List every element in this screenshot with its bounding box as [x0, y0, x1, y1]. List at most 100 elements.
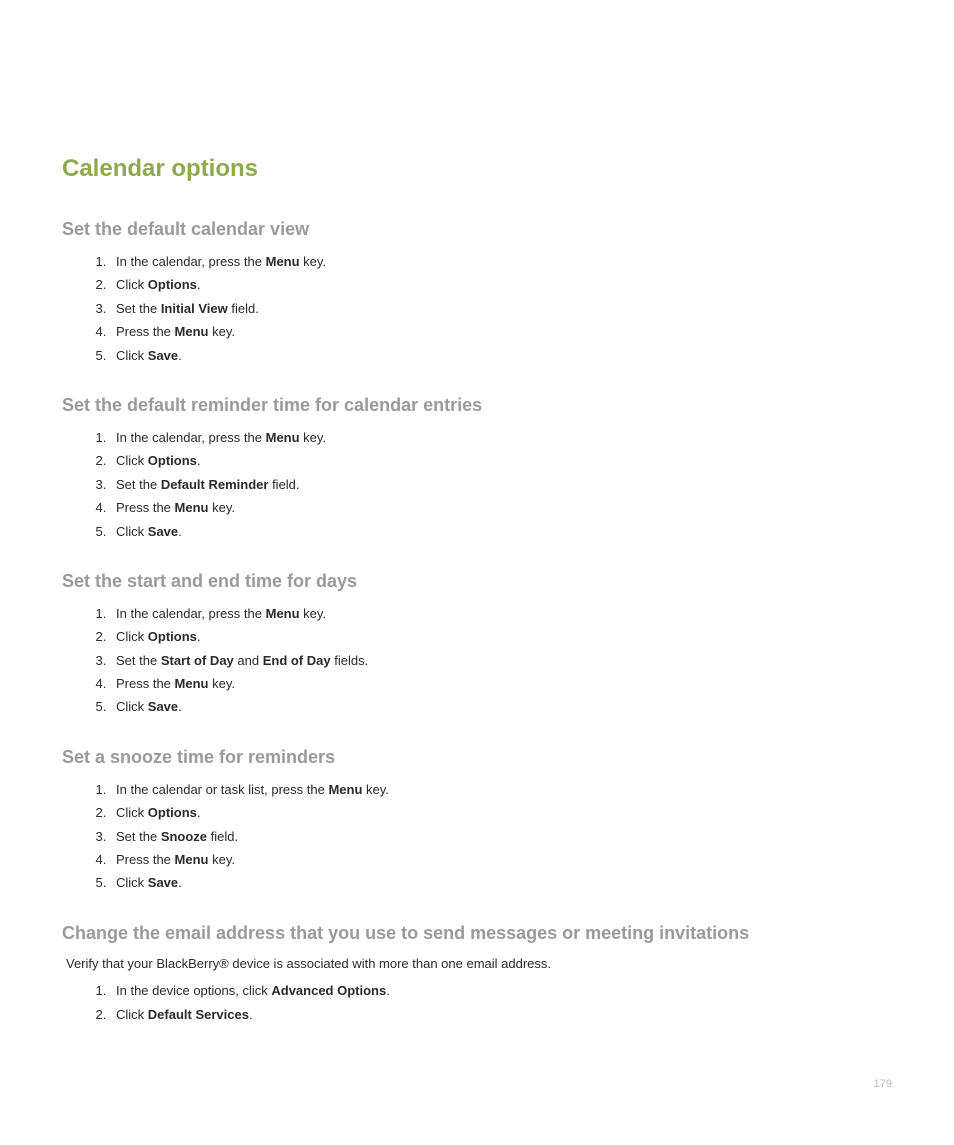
page-number: 179	[874, 1078, 892, 1090]
section: Set the start and end time for days In th…	[62, 571, 892, 719]
section: Change the email address that you use to…	[62, 923, 892, 1026]
steps-list: In the calendar, press the Menu key.Clic…	[110, 602, 892, 719]
step-text: .	[178, 875, 182, 890]
step-bold-text: Menu	[266, 430, 300, 445]
step-item: Click Save.	[110, 520, 892, 543]
step-item: In the device options, click Advanced Op…	[110, 979, 892, 1002]
steps-list: In the device options, click Advanced Op…	[110, 979, 892, 1026]
step-text: .	[197, 277, 201, 292]
section-title: Set the default reminder time for calend…	[62, 395, 892, 416]
step-text: Press the	[116, 852, 175, 867]
step-text: Set the	[116, 653, 161, 668]
step-text: Click	[116, 1007, 148, 1022]
step-text: .	[178, 524, 182, 539]
step-item: In the calendar, press the Menu key.	[110, 426, 892, 449]
section-title: Change the email address that you use to…	[62, 923, 892, 944]
step-text: Click	[116, 524, 148, 539]
step-text: key.	[300, 430, 327, 445]
step-text: Click	[116, 348, 148, 363]
step-text: field.	[228, 301, 259, 316]
step-text: .	[386, 983, 390, 998]
section: Set a snooze time for reminders In the ca…	[62, 747, 892, 895]
section-title: Set a snooze time for reminders	[62, 747, 892, 768]
step-bold-text: Save	[148, 699, 178, 714]
step-text: In the calendar, press the	[116, 430, 266, 445]
step-item: Set the Initial View field.	[110, 297, 892, 320]
step-text: key.	[208, 324, 235, 339]
step-item: Press the Menu key.	[110, 848, 892, 871]
step-text: key.	[300, 606, 327, 621]
step-text: In the calendar, press the	[116, 254, 266, 269]
step-item: Press the Menu key.	[110, 496, 892, 519]
step-item: Click Save.	[110, 695, 892, 718]
step-item: Click Save.	[110, 344, 892, 367]
step-bold-text: Menu	[175, 676, 209, 691]
step-item: In the calendar, press the Menu key.	[110, 250, 892, 273]
step-bold-text: Options	[148, 453, 197, 468]
step-item: Click Options.	[110, 449, 892, 472]
step-text: .	[178, 699, 182, 714]
step-item: Click Options.	[110, 801, 892, 824]
step-bold-text: Initial View	[161, 301, 228, 316]
step-item: Press the Menu key.	[110, 320, 892, 343]
step-bold-text: Save	[148, 348, 178, 363]
step-bold-text: Default Services	[148, 1007, 249, 1022]
step-bold-text: Menu	[266, 254, 300, 269]
step-text: In the device options, click	[116, 983, 271, 998]
step-text: Press the	[116, 324, 175, 339]
steps-list: In the calendar or task list, press the …	[110, 778, 892, 895]
step-text: In the calendar or task list, press the	[116, 782, 328, 797]
step-item: In the calendar, press the Menu key.	[110, 602, 892, 625]
step-text: key.	[208, 676, 235, 691]
step-bold-text: Start of Day	[161, 653, 234, 668]
step-bold-text: Menu	[266, 606, 300, 621]
step-text: and	[234, 653, 263, 668]
step-text: Set the	[116, 301, 161, 316]
step-item: Set the Default Reminder field.	[110, 473, 892, 496]
step-text: .	[249, 1007, 253, 1022]
step-text: Press the	[116, 676, 175, 691]
step-bold-text: Save	[148, 875, 178, 890]
step-item: Click Options.	[110, 625, 892, 648]
step-text: In the calendar, press the	[116, 606, 266, 621]
step-bold-text: Menu	[328, 782, 362, 797]
step-text: field.	[268, 477, 299, 492]
step-text: fields.	[331, 653, 369, 668]
sections-container: Set the default calendar viewIn the cale…	[62, 219, 892, 1026]
step-text: field.	[207, 829, 238, 844]
step-text: Click	[116, 805, 148, 820]
step-bold-text: Default Reminder	[161, 477, 269, 492]
step-text: Click	[116, 699, 148, 714]
page-title: Calendar options	[62, 155, 892, 183]
step-bold-text: Advanced Options	[271, 983, 386, 998]
steps-list: In the calendar, press the Menu key.Clic…	[110, 250, 892, 367]
steps-list: In the calendar, press the Menu key.Clic…	[110, 426, 892, 543]
step-bold-text: Save	[148, 524, 178, 539]
section: Set the default reminder time for calend…	[62, 395, 892, 543]
step-bold-text: Menu	[175, 852, 209, 867]
step-text: key.	[300, 254, 327, 269]
step-text: .	[197, 453, 201, 468]
step-bold-text: Options	[148, 277, 197, 292]
step-item: Click Options.	[110, 273, 892, 296]
step-text: .	[197, 629, 201, 644]
step-text: key.	[208, 500, 235, 515]
step-bold-text: Menu	[175, 500, 209, 515]
step-item: Set the Snooze field.	[110, 825, 892, 848]
step-item: Click Save.	[110, 871, 892, 894]
step-bold-text: Menu	[175, 324, 209, 339]
step-text: .	[197, 805, 201, 820]
step-bold-text: Options	[148, 805, 197, 820]
step-text: Click	[116, 277, 148, 292]
step-text: Click	[116, 629, 148, 644]
section-title: Set the start and end time for days	[62, 571, 892, 592]
step-text: Set the	[116, 477, 161, 492]
step-item: In the calendar or task list, press the …	[110, 778, 892, 801]
step-text: Click	[116, 875, 148, 890]
step-text: Press the	[116, 500, 175, 515]
step-text: .	[178, 348, 182, 363]
section: Set the default calendar viewIn the cale…	[62, 219, 892, 367]
step-item: Click Default Services.	[110, 1003, 892, 1026]
step-item: Set the Start of Day and End of Day fiel…	[110, 649, 892, 672]
step-text: Click	[116, 453, 148, 468]
